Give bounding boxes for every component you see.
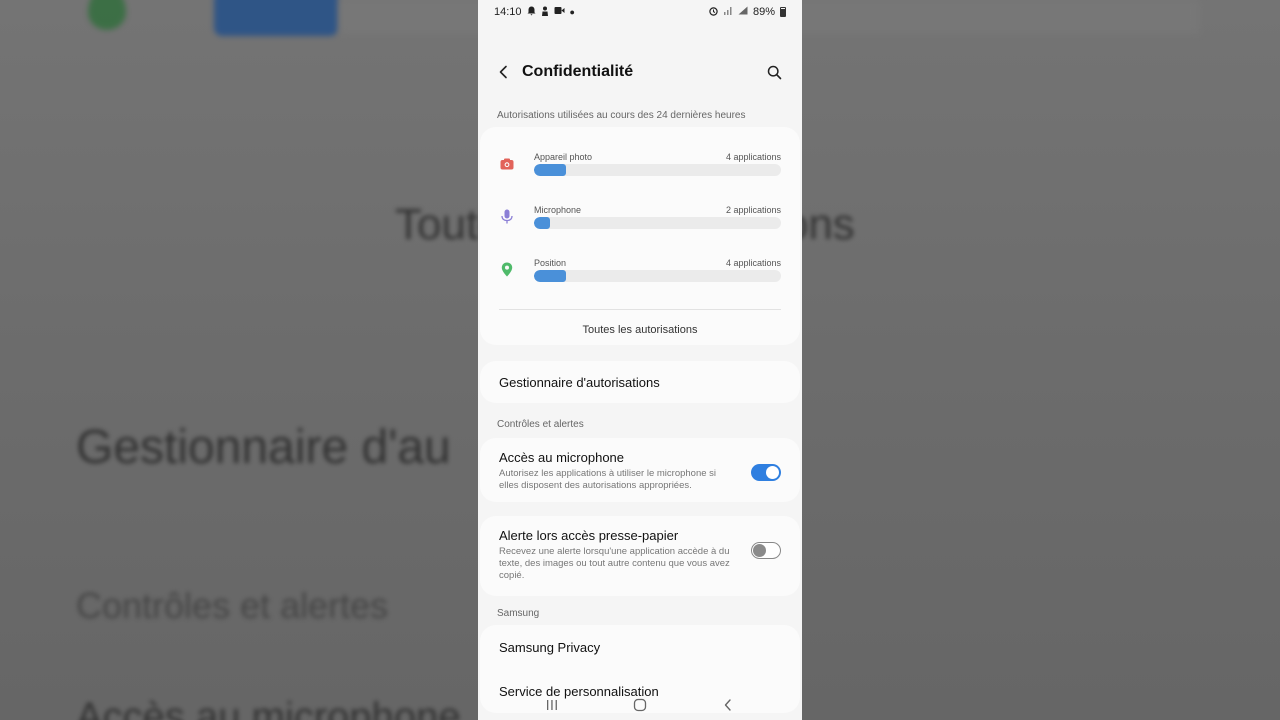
usage-card: Appareil photo 4 applications Microphone… xyxy=(480,127,800,345)
usage-count: 2 applications xyxy=(725,204,781,215)
video-icon xyxy=(554,6,565,18)
app-header: Confidentialité xyxy=(478,48,802,96)
usage-label: Position xyxy=(534,257,567,268)
background-text: Gestionnaire d'au xyxy=(76,421,451,474)
camera-icon xyxy=(499,156,515,172)
permission-manager-label: Gestionnaire d'autorisations xyxy=(499,374,660,390)
battery-percent: 89% xyxy=(752,6,775,18)
recent-apps-button[interactable] xyxy=(537,693,567,717)
microphone-access-title: Accès au microphone xyxy=(499,450,625,465)
back-nav-icon xyxy=(724,699,731,711)
clipboard-alert-title: Alerte lors accès presse-papier xyxy=(499,528,679,543)
dot-icon: ● xyxy=(569,7,575,17)
controls-section-label: Contrôles et alertes xyxy=(497,419,584,430)
back-arrow-icon xyxy=(499,65,507,79)
search-button[interactable] xyxy=(762,60,786,84)
usage-row-microphone[interactable]: Microphone 2 applications xyxy=(499,190,781,243)
clipboard-alert-toggle[interactable] xyxy=(751,542,781,559)
search-icon xyxy=(767,65,781,79)
usage-bar-fill xyxy=(534,269,567,282)
usage-row-location[interactable]: Position 4 applications xyxy=(499,243,781,296)
usage-label: Microphone xyxy=(534,204,582,215)
back-nav-button[interactable] xyxy=(713,693,743,717)
status-time: 14:10 xyxy=(494,6,522,18)
samsung-privacy-item[interactable]: Samsung Privacy xyxy=(499,625,781,669)
usage-bar xyxy=(534,216,781,229)
microphone-icon xyxy=(499,209,515,225)
usage-label: Appareil photo xyxy=(534,151,593,162)
home-icon xyxy=(633,698,647,712)
clipboard-alert-description: Recevez une alerte lorsqu'une applicatio… xyxy=(499,546,730,581)
recent-apps-icon xyxy=(547,700,557,710)
wifi-icon xyxy=(723,6,733,18)
usage-bar-fill xyxy=(534,163,567,176)
all-permissions-link[interactable]: Toutes les autorisations xyxy=(499,310,781,336)
back-button[interactable] xyxy=(492,60,516,84)
usage-bar xyxy=(534,269,781,282)
phone-screen: 14:10 ● 89% Confidentialité Autorisation… xyxy=(478,0,802,720)
notification-icon xyxy=(527,6,536,19)
usage-count: 4 applications xyxy=(725,151,781,162)
background-location-icon xyxy=(88,0,126,30)
usage-bar-fill xyxy=(534,216,551,229)
usage-section-label: Autorisations utilisées au cours des 24 … xyxy=(497,110,746,121)
signal-icon xyxy=(738,6,748,18)
background-text: Accès au microphone xyxy=(76,695,461,720)
background-blue-block xyxy=(214,0,338,36)
status-bar: 14:10 ● 89% xyxy=(478,0,802,24)
microphone-access-item[interactable]: Accès au microphone Autorisez les applic… xyxy=(480,438,800,502)
samsung-section-label: Samsung xyxy=(497,608,540,619)
microphone-access-description: Autorisez les applications à utiliser le… xyxy=(499,468,717,491)
background-text: Contrôles et alertes xyxy=(76,585,389,626)
home-button[interactable] xyxy=(625,693,655,717)
page-title: Confidentialité xyxy=(522,63,634,80)
usage-count: 4 applications xyxy=(725,257,781,268)
battery-icon xyxy=(780,7,786,17)
navigation-bar xyxy=(478,690,802,720)
usage-row-camera[interactable]: Appareil photo 4 applications xyxy=(499,137,781,190)
clipboard-alert-item[interactable]: Alerte lors accès presse-papier Recevez … xyxy=(480,516,800,596)
person-icon xyxy=(541,6,549,19)
permission-manager-item[interactable]: Gestionnaire d'autorisations xyxy=(480,361,800,403)
alarm-icon xyxy=(709,6,718,19)
location-pin-icon xyxy=(499,262,515,278)
microphone-access-toggle[interactable] xyxy=(751,464,781,481)
usage-bar xyxy=(534,163,781,176)
